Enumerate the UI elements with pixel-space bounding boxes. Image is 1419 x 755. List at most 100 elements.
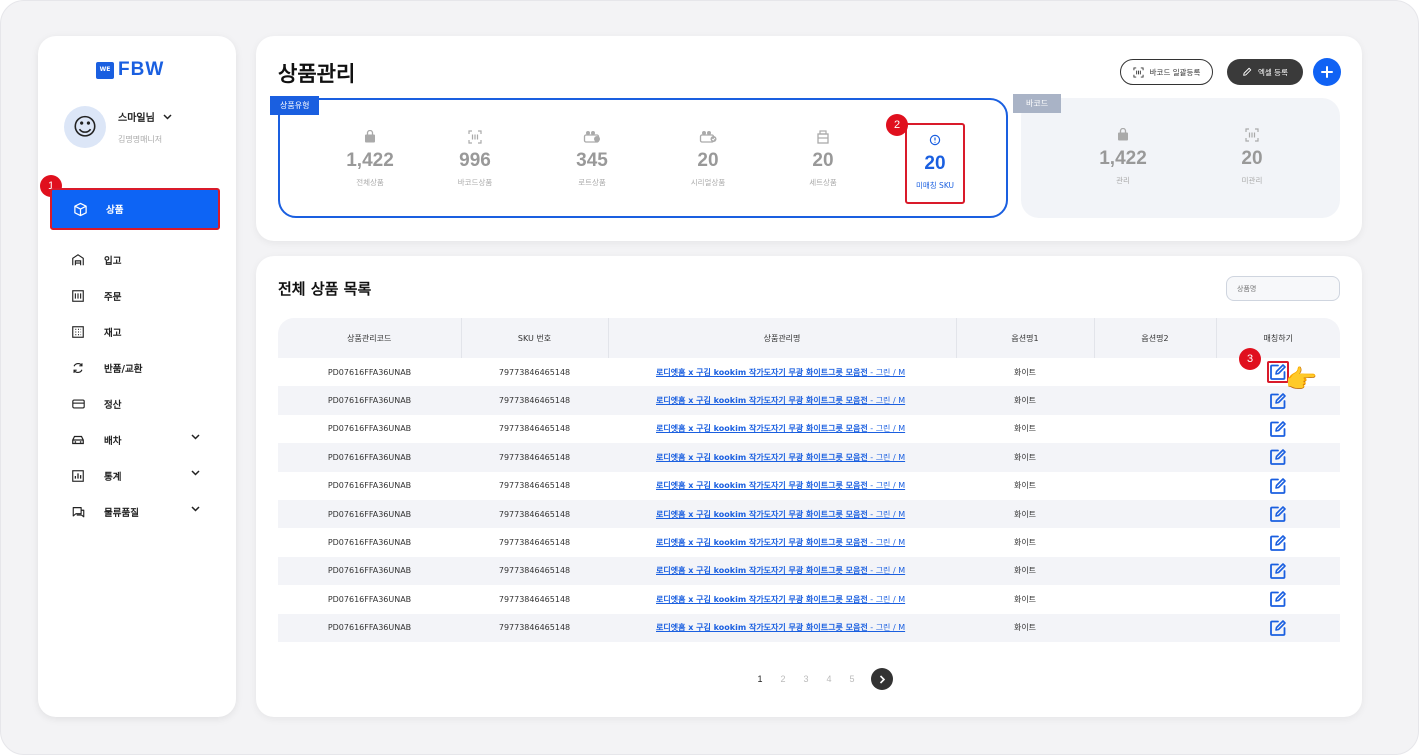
product-name: 로디엣홈 x 구김 kookim 작가도자기 무광 화이트그릇 모음전	[656, 481, 868, 491]
sidebar-item-settlement[interactable]: 정산	[50, 386, 220, 422]
cell-sku: 79773846465148	[498, 623, 571, 633]
chevron-down-icon[interactable]	[191, 434, 200, 440]
stat-set-products[interactable]: 20 세트상품	[778, 128, 868, 188]
match-edit-button[interactable]	[1267, 475, 1289, 497]
match-edit-button[interactable]	[1267, 503, 1289, 525]
sidebar-item-inventory[interactable]: 재고	[50, 314, 220, 350]
profile-name: 스마일님	[118, 113, 155, 124]
next-page-button[interactable]	[871, 668, 893, 690]
pointing-hand-icon: 👉	[1285, 365, 1318, 395]
page-number[interactable]: 5	[848, 674, 856, 684]
cell-product-name-link[interactable]: 로디엣홈 x 구김 kookim 작가도자기 무광 화이트그릇 모음전 - 그린…	[608, 614, 956, 642]
product-option-suffix: - 그린 / M	[867, 396, 906, 406]
product-name: 로디엣홈 x 구김 kookim 작가도자기 무광 화이트그릇 모음전	[656, 509, 868, 519]
chevron-down-icon[interactable]	[163, 113, 172, 120]
user-profile[interactable]: ☺ 스마일님 김명명매니저	[64, 106, 172, 148]
grid-icon	[70, 324, 86, 340]
barcode-panel: 바코드 1,422 관리 20 미관리	[1013, 94, 1340, 218]
column-header[interactable]: 옵션명2	[1094, 318, 1217, 358]
table-row: PD07616FFA36UNAB 79773846465148 로디엣홈 x 구김 …	[278, 415, 1340, 443]
sidebar-item-quality[interactable]: 물류품질	[50, 494, 220, 530]
cell-code: PD07616FFA36UNAB	[327, 538, 412, 548]
logo-text: FBW	[118, 59, 165, 80]
stat-total-products[interactable]: 1,422 전체상품	[325, 128, 415, 188]
match-edit-button[interactable]	[1267, 588, 1289, 610]
stat-lot-products[interactable]: 345 로트상품	[547, 128, 637, 188]
sidebar-item-dispatch[interactable]: 배차	[50, 422, 220, 458]
cell-sku: 79773846465148	[498, 566, 571, 576]
match-edit-button[interactable]	[1267, 532, 1289, 554]
chevron-down-icon[interactable]	[191, 470, 200, 476]
barcode-scan-icon	[1133, 66, 1144, 78]
cell-option2	[1094, 386, 1216, 414]
edit-icon	[1270, 449, 1286, 466]
cell-product-name-link[interactable]: 로디엣홈 x 구김 kookim 작가도자기 무광 화이트그릇 모음전 - 그린…	[608, 557, 956, 585]
column-header[interactable]: 옵션명1	[956, 318, 1095, 358]
cell-match	[1216, 500, 1340, 528]
sidebar-item-label: 주문	[104, 292, 122, 303]
match-edit-button[interactable]	[1267, 617, 1289, 639]
stat-barcode-managed[interactable]: 1,422 관리	[1078, 126, 1168, 186]
match-edit-button[interactable]	[1267, 418, 1289, 440]
product-name: 로디엣홈 x 구김 kookim 작가도자기 무광 화이트그릇 모음전	[656, 424, 868, 434]
cell-sku: 79773846465148	[498, 538, 571, 548]
cell-product-name-link[interactable]: 로디엣홈 x 구김 kookim 작가도자기 무광 화이트그릇 모음전 - 그린…	[608, 472, 956, 500]
product-name: 로디엣홈 x 구김 kookim 작가도자기 무광 화이트그릇 모음전	[656, 396, 868, 406]
cell-option2	[1094, 443, 1216, 471]
step-marker-3: 3	[1239, 348, 1261, 370]
table-header-row: 상품관리코드 SKU 번호 상품관리명 옵션명1 옵션명2 매칭하기	[278, 318, 1340, 358]
car-icon	[70, 432, 86, 448]
stat-serial-products[interactable]: 20 시리얼상품	[663, 128, 753, 188]
stat-unmatched-sku[interactable]: 20 미매칭 SKU	[905, 123, 965, 204]
page-number[interactable]: 4	[825, 674, 833, 684]
product-table: 상품관리코드 SKU 번호 상품관리명 옵션명1 옵션명2 매칭하기 PD076…	[278, 318, 1340, 642]
logo-badge: WE	[96, 61, 114, 79]
cell-sku: 79773846465148	[498, 594, 571, 604]
product-type-panel: 상품유형 1,422 전체상품 996 바코드상품 345 로트상품 20 시리…	[270, 96, 1008, 218]
chevron-down-icon[interactable]	[191, 506, 200, 512]
sidebar-item-products[interactable]: 상품	[50, 188, 220, 230]
cell-option2	[1094, 500, 1216, 528]
page-number[interactable]: 1	[756, 674, 764, 684]
stat-value: 20	[812, 150, 834, 171]
column-header[interactable]: 상품관리코드	[278, 318, 462, 358]
stat-label: 시리얼상품	[690, 178, 726, 187]
sidebar-item-stats[interactable]: 통계	[50, 458, 220, 494]
cell-product-name-link[interactable]: 로디엣홈 x 구김 kookim 작가도자기 무광 화이트그릇 모음전 - 그린…	[608, 500, 956, 528]
page-number[interactable]: 2	[779, 674, 787, 684]
column-header[interactable]: SKU 번호	[461, 318, 609, 358]
cell-product-name-link[interactable]: 로디엣홈 x 구김 kookim 작가도자기 무광 화이트그릇 모음전 - 그린…	[608, 585, 956, 613]
stat-value: 20	[1241, 148, 1263, 169]
product-summary-card: 상품관리 바코드 일괄등록 엑셀 등록 상품유형 1,422 전체상품 996 …	[256, 36, 1362, 241]
barcode-bulk-button[interactable]: 바코드 일괄등록	[1120, 59, 1213, 85]
cell-sku: 79773846465148	[498, 509, 571, 519]
sidebar-item-label: 배차	[104, 436, 122, 447]
add-product-button[interactable]	[1313, 58, 1341, 86]
cell-product-name-link[interactable]: 로디엣홈 x 구김 kookim 작가도자기 무광 화이트그릇 모음전 - 그린…	[608, 386, 956, 414]
set-icon	[817, 130, 829, 144]
cell-option1: 화이트	[1013, 481, 1037, 491]
search-input[interactable]	[1226, 276, 1340, 301]
match-edit-button[interactable]	[1267, 446, 1289, 468]
logo[interactable]: WE FBW	[96, 59, 165, 80]
sidebar-item-returns[interactable]: 반품/교환	[50, 350, 220, 386]
product-name: 로디엣홈 x 구김 kookim 작가도자기 무광 화이트그릇 모음전	[656, 623, 868, 633]
product-option-suffix: - 그린 / M	[867, 538, 906, 548]
stat-barcode-products[interactable]: 996 바코드상품	[430, 128, 520, 188]
cell-product-name-link[interactable]: 로디엣홈 x 구김 kookim 작가도자기 무광 화이트그릇 모음전 - 그린…	[608, 528, 956, 556]
cell-product-name-link[interactable]: 로디엣홈 x 구김 kookim 작가도자기 무광 화이트그릇 모음전 - 그린…	[608, 415, 956, 443]
cell-product-name-link[interactable]: 로디엣홈 x 구김 kookim 작가도자기 무광 화이트그릇 모음전 - 그린…	[608, 358, 956, 386]
excel-upload-button[interactable]: 엑셀 등록	[1227, 59, 1303, 85]
cell-option1: 화이트	[1013, 452, 1037, 462]
match-edit-button[interactable]	[1267, 560, 1289, 582]
sidebar-item-orders[interactable]: 주문	[50, 278, 220, 314]
stat-barcode-unmanaged[interactable]: 20 미관리	[1207, 126, 1297, 186]
column-header[interactable]: 매칭하기	[1216, 318, 1340, 358]
profile-name-row[interactable]: 스마일님	[118, 109, 172, 124]
column-header[interactable]: 상품관리명	[608, 318, 957, 358]
page-number[interactable]: 3	[802, 674, 810, 684]
sidebar-item-inbound[interactable]: 입고	[50, 242, 220, 278]
cell-match	[1216, 358, 1340, 386]
table-row: PD07616FFA36UNAB 79773846465148 로디엣홈 x 구김 …	[278, 556, 1340, 586]
cell-product-name-link[interactable]: 로디엣홈 x 구김 kookim 작가도자기 무광 화이트그릇 모음전 - 그린…	[608, 443, 956, 471]
